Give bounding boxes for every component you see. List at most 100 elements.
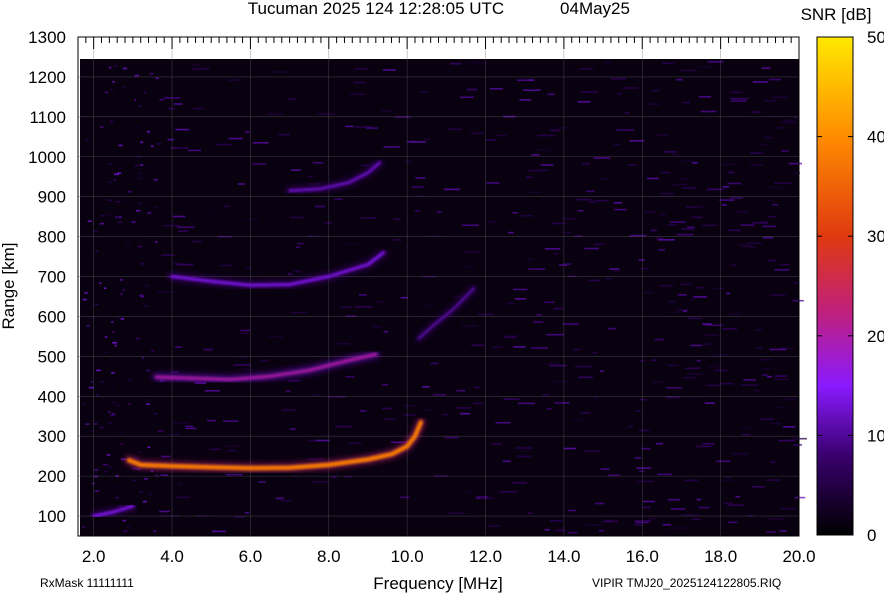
noise-pixel <box>766 531 777 533</box>
noise-pixel <box>658 285 674 287</box>
noise-pixel <box>670 508 686 510</box>
noise-pixel <box>473 402 484 405</box>
noise-pixel <box>499 490 518 493</box>
noise-pixel <box>687 373 703 375</box>
noise-pixel <box>683 310 687 312</box>
noise-pixel <box>244 511 250 514</box>
noise-pixel <box>371 325 382 328</box>
noise-pixel <box>245 131 250 133</box>
noise-pixel <box>225 445 242 448</box>
noise-pixel <box>577 210 584 212</box>
noise-pixel <box>696 286 705 289</box>
noise-pixel <box>88 386 94 389</box>
noise-pixel <box>112 486 118 489</box>
noise-pixel <box>108 411 111 413</box>
noise-pixel <box>120 443 124 446</box>
noise-pixel <box>118 221 123 223</box>
noise-pixel <box>161 254 175 256</box>
noise-pixel <box>393 239 402 241</box>
colorbar-tick-label: 0 <box>867 526 876 545</box>
noise-pixel <box>90 317 96 320</box>
noise-pixel <box>791 299 804 302</box>
noise-pixel <box>233 516 245 518</box>
noise-pixel <box>83 403 87 405</box>
noise-pixel <box>691 216 703 219</box>
noise-pixel <box>555 401 563 403</box>
noise-pixel <box>464 265 476 268</box>
noise-pixel <box>694 206 706 208</box>
noise-pixel <box>639 398 647 401</box>
noise-pixel <box>228 137 243 140</box>
noise-pixel <box>104 336 108 338</box>
y-tick-label: 700 <box>38 268 66 287</box>
noise-pixel <box>172 215 186 218</box>
noise-pixel <box>527 512 533 514</box>
noise-pixel <box>281 500 292 502</box>
noise-pixel <box>683 479 698 482</box>
noise-pixel <box>456 389 466 392</box>
colorbar-label: SNR [dB] <box>801 5 872 24</box>
noise-pixel <box>702 443 715 445</box>
noise-pixel <box>713 287 725 290</box>
noise-pixel <box>730 197 744 199</box>
noise-pixel <box>525 176 533 179</box>
noise-pixel <box>138 202 141 205</box>
noise-pixel <box>120 279 123 281</box>
noise-pixel <box>93 230 98 233</box>
noise-pixel <box>755 329 763 331</box>
noise-pixel <box>354 68 369 70</box>
noise-pixel <box>193 107 206 110</box>
x-tick-label: 14.0 <box>547 547 580 566</box>
noise-pixel <box>696 359 701 362</box>
noise-pixel <box>145 284 149 287</box>
noise-pixel <box>690 299 695 301</box>
noise-pixel <box>103 287 107 289</box>
noise-pixel <box>533 321 544 323</box>
noise-pixel <box>209 448 221 451</box>
noise-pixel <box>173 263 182 265</box>
noise-pixel <box>132 467 137 470</box>
noise-pixel <box>89 430 94 432</box>
noise-pixel <box>666 396 681 399</box>
noise-pixel <box>773 406 786 409</box>
noise-pixel <box>519 99 531 101</box>
noise-pixel <box>447 128 463 130</box>
colorbar-tick-label: 50 <box>867 28 884 47</box>
noise-pixel <box>383 146 400 148</box>
noise-pixel <box>169 433 181 436</box>
noise-pixel <box>544 528 550 531</box>
noise-pixel <box>580 412 591 414</box>
noise-pixel <box>85 422 88 425</box>
noise-pixel <box>546 333 564 336</box>
noise-pixel <box>147 446 151 449</box>
noise-pixel <box>461 325 478 327</box>
noise-pixel <box>523 89 541 91</box>
noise-pixel <box>414 210 421 212</box>
noise-pixel <box>275 497 284 500</box>
noise-pixel <box>359 294 367 296</box>
noise-pixel <box>382 383 389 386</box>
noise-pixel <box>144 305 149 307</box>
noise-pixel <box>273 71 286 73</box>
noise-pixel <box>383 69 397 71</box>
noise-pixel <box>542 394 550 396</box>
noise-pixel <box>99 68 104 71</box>
noise-pixel <box>185 427 197 430</box>
noise-pixel <box>680 160 695 162</box>
noise-pixel <box>286 390 291 393</box>
noise-pixel <box>593 243 606 246</box>
file-label: VIPIR TMJ20_2025124122805.RIQ <box>592 576 781 590</box>
x-tick-label: 6.0 <box>239 547 263 566</box>
noise-pixel <box>719 382 734 385</box>
noise-pixel <box>110 414 115 417</box>
noise-pixel <box>672 153 679 156</box>
noise-pixel <box>312 162 324 164</box>
noise-pixel <box>118 144 123 147</box>
noise-pixel <box>628 164 637 166</box>
noise-pixel <box>513 288 528 291</box>
noise-pixel <box>258 481 266 483</box>
noise-pixel <box>578 376 593 379</box>
noise-pixel <box>113 65 118 67</box>
noise-pixel <box>644 210 655 213</box>
noise-pixel <box>103 351 109 353</box>
